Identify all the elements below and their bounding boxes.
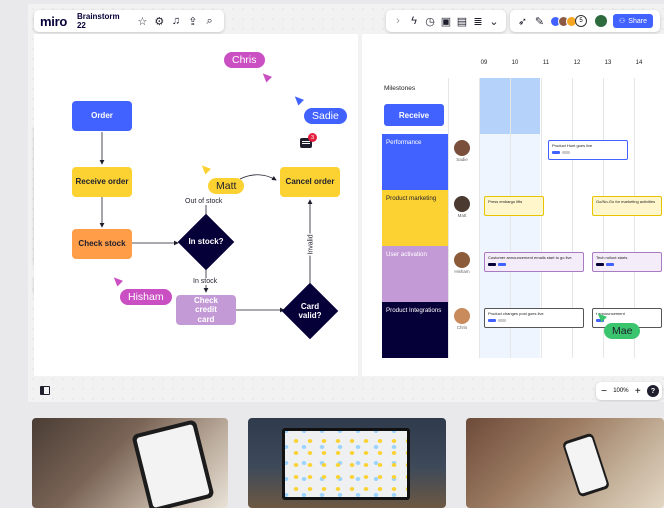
photo-meeting-screen: [248, 418, 446, 508]
order-node[interactable]: Order: [72, 101, 132, 131]
card-title: Product Hunt goes live: [552, 143, 593, 148]
timer-icon[interactable]: ◷: [422, 13, 438, 30]
in-stock-decision-label: In stock?: [188, 237, 224, 247]
chevron-right-icon[interactable]: ›: [390, 13, 406, 30]
card-title: Customer announcement emails start to go…: [488, 255, 572, 260]
zoom-level[interactable]: 100%: [613, 388, 628, 394]
timeline-col-10: 10: [511, 60, 519, 66]
card-chips: [488, 262, 580, 267]
comment-count-badge: 3: [308, 133, 317, 142]
export-icon[interactable]: ⇪: [184, 13, 201, 30]
meeting-display: [285, 431, 407, 497]
avatar-sadie: [454, 140, 470, 156]
share-button[interactable]: ⚇ Share: [613, 14, 653, 28]
screen-share-icon[interactable]: ▣: [438, 13, 454, 30]
timeline-col-12: 12: [573, 60, 581, 66]
notes-icon[interactable]: ≣: [470, 13, 486, 30]
comment-lines-icon: [302, 141, 310, 142]
zoom-in-button[interactable]: +: [633, 386, 643, 397]
avatar-count: 5: [575, 15, 587, 27]
cursor-follow-icon[interactable]: ➶: [514, 13, 531, 30]
avatar-name-sadie: Sadie: [456, 157, 468, 162]
timeline-col-13: 13: [604, 60, 612, 66]
share-button-label: Share: [628, 17, 647, 25]
panel-toggle[interactable]: [38, 385, 52, 396]
board-title-bar: miro Brainstorm 22 ☆ ⚙ ♫ ⇪ ⌕: [34, 10, 224, 32]
row-performance[interactable]: Performance: [382, 134, 448, 190]
reactions-icon[interactable]: ✎: [531, 13, 548, 30]
in-stock-label: In stock: [192, 278, 219, 285]
row-product-integrations[interactable]: Product Integrations: [382, 302, 448, 358]
collaborator-avatars[interactable]: 5: [550, 15, 587, 27]
zoom-out-button[interactable]: −: [599, 386, 609, 397]
card-title: Press embargo lifts: [488, 199, 523, 204]
avatar-name-hisham: Hisham: [454, 269, 470, 274]
phone-screen: [561, 432, 611, 498]
comment-bubble[interactable]: 3: [300, 133, 317, 148]
help-button[interactable]: ?: [646, 385, 659, 397]
card-chips: [596, 262, 658, 267]
cursor-tag-mae: Mae: [604, 323, 641, 339]
board-name[interactable]: Brainstorm 22: [77, 12, 130, 30]
card-chips: [488, 318, 580, 323]
card-valid-decision-label: Card valid?: [298, 301, 322, 320]
avatar-hisham: [454, 252, 470, 268]
more-icon[interactable]: ⌄: [486, 13, 502, 30]
phone-display: [564, 435, 608, 495]
timeline-col-11: 11: [542, 60, 550, 66]
photo-phone-user: [466, 418, 664, 508]
collaboration-tools-bar: › ϟ ◷ ▣ ▤ ≣ ⌄: [386, 10, 506, 32]
row-user-activation[interactable]: User activation: [382, 246, 448, 302]
invalid-label: Invalid: [307, 233, 315, 256]
card-tech-rollout[interactable]: Tech rollout starts: [592, 252, 662, 272]
card-title: Tech rollout starts: [596, 255, 628, 260]
cursor-tag-hisham: Hisham: [120, 289, 172, 305]
zoom-controls: − 100% + ?: [596, 382, 662, 400]
card-title: Product changes post goes live: [488, 311, 544, 316]
receive-milestone[interactable]: Receive: [384, 104, 444, 126]
card-press-embargo[interactable]: Press embargo lifts: [484, 196, 544, 216]
avatar-chris: [454, 308, 470, 324]
settings-icon[interactable]: ⚙: [151, 13, 168, 30]
avatar-name-chris: Chris: [456, 325, 468, 330]
comment-icon[interactable]: ▤: [454, 13, 470, 30]
cursor-tag-matt: Matt: [208, 178, 245, 194]
card-title: Go/No-Go for marketing activities: [596, 199, 656, 204]
share-bar: ➶ ✎ 5 ⚇ Share: [510, 10, 660, 32]
milestones-label: Milestones: [384, 85, 416, 92]
user-plus-icon: ⚇: [619, 18, 626, 25]
row-product-marketing[interactable]: Product marketing: [382, 190, 448, 246]
card-product-changes[interactable]: Product changes post goes live: [484, 308, 584, 328]
card-product-hunt[interactable]: Product Hunt goes live: [548, 140, 628, 160]
meeting-screen: [282, 428, 410, 500]
tablet-screen: [131, 419, 215, 508]
card-customer-emails[interactable]: Customer announcement emails start to go…: [484, 252, 584, 272]
card-go-to-market[interactable]: Go/No-Go for marketing activities: [592, 196, 662, 216]
my-avatar[interactable]: [595, 15, 607, 27]
lightning-icon[interactable]: ϟ: [406, 13, 422, 30]
tablet-display: [136, 424, 210, 508]
search-icon[interactable]: ⌕: [201, 13, 218, 30]
bell-icon[interactable]: ♫: [168, 13, 185, 30]
miro-logo[interactable]: miro: [40, 14, 67, 29]
cancel-order-node[interactable]: Cancel order: [280, 167, 340, 197]
card-chips: [552, 150, 624, 155]
star-icon[interactable]: ☆: [134, 13, 151, 30]
out-of-stock-label: Out of stock: [184, 198, 224, 205]
timeline-col-14: 14: [635, 60, 643, 66]
sidebar-icon: [40, 386, 50, 395]
check-credit-card-node[interactable]: Check credit card: [176, 295, 236, 325]
cursor-tag-chris: Chris: [224, 52, 265, 68]
flowchart-frame[interactable]: Order Receive order Check stock Cancel o…: [34, 34, 358, 376]
page: miro Brainstorm 22 ☆ ⚙ ♫ ⇪ ⌕ › ϟ ◷ ▣ ▤ ≣…: [0, 0, 664, 508]
photo-tablet-user: [32, 418, 228, 508]
avatar-matt: [454, 196, 470, 212]
check-stock-node[interactable]: Check stock: [72, 229, 132, 259]
avatar-name-matt: Matt: [457, 213, 467, 218]
receive-order-node[interactable]: Receive order: [72, 167, 132, 197]
cursor-tag-sadie: Sadie: [304, 108, 347, 124]
timeline-col-09: 09: [480, 60, 488, 66]
